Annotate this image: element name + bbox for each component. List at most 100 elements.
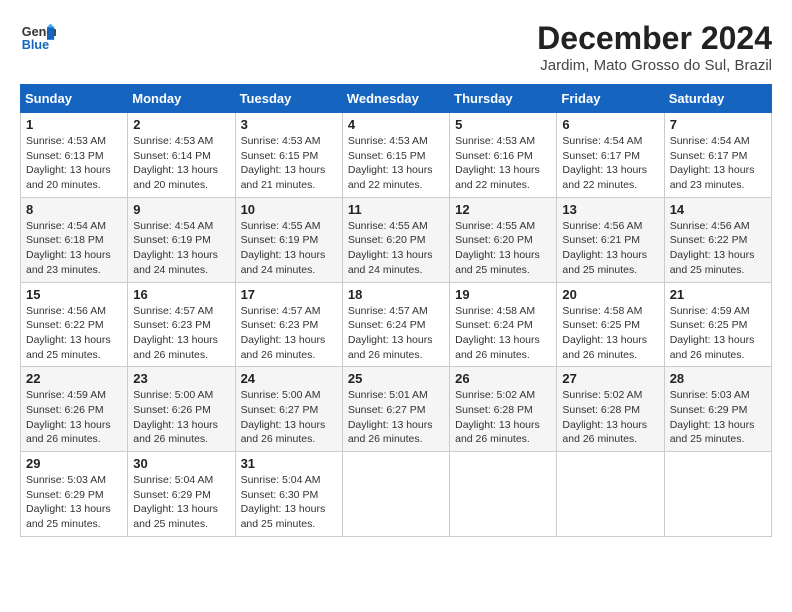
calendar-cell: 17 Sunrise: 4:57 AMSunset: 6:23 PMDayligh… (235, 282, 342, 367)
calendar-cell: 10Sunrise: 4:55 AMSunset: 6:19 PMDayligh… (235, 197, 342, 282)
day-info: Sunrise: 5:03 AMSunset: 6:29 PMDaylight:… (670, 388, 766, 447)
day-info: Sunrise: 4:56 AMSunset: 6:22 PMDaylight:… (670, 219, 766, 278)
day-info: Sunrise: 4:57 AMSunset: 6:23 PMDaylight:… (133, 304, 229, 363)
day-number: 25 (348, 371, 444, 386)
calendar-cell: 19 Sunrise: 4:58 AMSunset: 6:24 PMDayligh… (450, 282, 557, 367)
day-info: Sunrise: 4:56 AMSunset: 6:21 PMDaylight:… (562, 219, 658, 278)
day-info: Sunrise: 4:57 AMSunset: 6:23 PMDaylight:… (241, 304, 337, 363)
calendar-cell: 16 Sunrise: 4:57 AMSunset: 6:23 PMDayligh… (128, 282, 235, 367)
calendar-week-2: 8Sunrise: 4:54 AMSunset: 6:18 PMDaylight… (21, 197, 772, 282)
calendar-cell: 9Sunrise: 4:54 AMSunset: 6:19 PMDaylight… (128, 197, 235, 282)
calendar-cell: 2 Sunrise: 4:53 AMSunset: 6:14 PMDaylight… (128, 113, 235, 198)
day-number: 16 (133, 287, 229, 302)
col-header-wednesday: Wednesday (342, 85, 449, 113)
day-number: 28 (670, 371, 766, 386)
day-number: 24 (241, 371, 337, 386)
calendar-cell: 31 Sunrise: 5:04 AMSunset: 6:30 PMDayligh… (235, 452, 342, 537)
day-info: Sunrise: 4:53 AMSunset: 6:13 PMDaylight:… (26, 134, 122, 193)
title-area: December 2024 Jardim, Mato Grosso do Sul… (537, 20, 772, 74)
calendar-cell: 20Sunrise: 4:58 AMSunset: 6:25 PMDayligh… (557, 282, 664, 367)
page-header: General Blue December 2024 Jardim, Mato … (20, 20, 772, 74)
calendar-week-5: 29Sunrise: 5:03 AMSunset: 6:29 PMDayligh… (21, 452, 772, 537)
logo: General Blue (20, 20, 56, 56)
calendar-cell: 26Sunrise: 5:02 AMSunset: 6:28 PMDayligh… (450, 367, 557, 452)
day-number: 5 (455, 117, 551, 132)
calendar-cell: 6 Sunrise: 4:54 AMSunset: 6:17 PMDaylight… (557, 113, 664, 198)
day-info: Sunrise: 4:55 AMSunset: 6:20 PMDaylight:… (348, 219, 444, 278)
day-number: 17 (241, 287, 337, 302)
day-info: Sunrise: 5:01 AMSunset: 6:27 PMDaylight:… (348, 388, 444, 447)
calendar-cell: 22 Sunrise: 4:59 AMSunset: 6:26 PMDayligh… (21, 367, 128, 452)
day-info: Sunrise: 4:54 AMSunset: 6:18 PMDaylight:… (26, 219, 122, 278)
day-info: Sunrise: 4:53 AMSunset: 6:15 PMDaylight:… (348, 134, 444, 193)
calendar-header-row: SundayMondayTuesdayWednesdayThursdayFrid… (21, 85, 772, 113)
day-number: 4 (348, 117, 444, 132)
calendar-cell: 4 Sunrise: 4:53 AMSunset: 6:15 PMDaylight… (342, 113, 449, 198)
day-number: 15 (26, 287, 122, 302)
day-info: Sunrise: 4:54 AMSunset: 6:17 PMDaylight:… (562, 134, 658, 193)
location-title: Jardim, Mato Grosso do Sul, Brazil (537, 57, 772, 74)
calendar-cell: 24Sunrise: 5:00 AMSunset: 6:27 PMDayligh… (235, 367, 342, 452)
col-header-monday: Monday (128, 85, 235, 113)
calendar-cell: 27 Sunrise: 5:02 AMSunset: 6:28 PMDayligh… (557, 367, 664, 452)
day-info: Sunrise: 4:53 AMSunset: 6:14 PMDaylight:… (133, 134, 229, 193)
col-header-tuesday: Tuesday (235, 85, 342, 113)
calendar-cell: 21 Sunrise: 4:59 AMSunset: 6:25 PMDayligh… (664, 282, 771, 367)
calendar-cell: 28 Sunrise: 5:03 AMSunset: 6:29 PMDayligh… (664, 367, 771, 452)
calendar-cell: 5Sunrise: 4:53 AMSunset: 6:16 PMDaylight… (450, 113, 557, 198)
day-number: 9 (133, 202, 229, 217)
calendar-cell: 14 Sunrise: 4:56 AMSunset: 6:22 PMDayligh… (664, 197, 771, 282)
svg-text:Blue: Blue (22, 38, 49, 52)
calendar-cell: 12Sunrise: 4:55 AMSunset: 6:20 PMDayligh… (450, 197, 557, 282)
calendar-table: SundayMondayTuesdayWednesdayThursdayFrid… (20, 84, 772, 537)
day-number: 11 (348, 202, 444, 217)
day-info: Sunrise: 4:57 AMSunset: 6:24 PMDaylight:… (348, 304, 444, 363)
day-number: 7 (670, 117, 766, 132)
day-number: 6 (562, 117, 658, 132)
calendar-cell: 8Sunrise: 4:54 AMSunset: 6:18 PMDaylight… (21, 197, 128, 282)
day-info: Sunrise: 5:02 AMSunset: 6:28 PMDaylight:… (562, 388, 658, 447)
calendar-cell: 25 Sunrise: 5:01 AMSunset: 6:27 PMDayligh… (342, 367, 449, 452)
calendar-cell: 15 Sunrise: 4:56 AMSunset: 6:22 PMDayligh… (21, 282, 128, 367)
day-info: Sunrise: 4:59 AMSunset: 6:25 PMDaylight:… (670, 304, 766, 363)
day-number: 26 (455, 371, 551, 386)
calendar-cell: 30Sunrise: 5:04 AMSunset: 6:29 PMDayligh… (128, 452, 235, 537)
day-number: 21 (670, 287, 766, 302)
day-number: 19 (455, 287, 551, 302)
day-info: Sunrise: 5:00 AMSunset: 6:26 PMDaylight:… (133, 388, 229, 447)
day-info: Sunrise: 4:54 AMSunset: 6:17 PMDaylight:… (670, 134, 766, 193)
day-number: 10 (241, 202, 337, 217)
calendar-cell (450, 452, 557, 537)
col-header-sunday: Sunday (21, 85, 128, 113)
day-info: Sunrise: 5:04 AMSunset: 6:30 PMDaylight:… (241, 473, 337, 532)
calendar-cell: 13 Sunrise: 4:56 AMSunset: 6:21 PMDayligh… (557, 197, 664, 282)
calendar-cell (342, 452, 449, 537)
calendar-cell: 18 Sunrise: 4:57 AMSunset: 6:24 PMDayligh… (342, 282, 449, 367)
day-info: Sunrise: 4:56 AMSunset: 6:22 PMDaylight:… (26, 304, 122, 363)
day-info: Sunrise: 4:59 AMSunset: 6:26 PMDaylight:… (26, 388, 122, 447)
calendar-cell: 23Sunrise: 5:00 AMSunset: 6:26 PMDayligh… (128, 367, 235, 452)
day-info: Sunrise: 5:04 AMSunset: 6:29 PMDaylight:… (133, 473, 229, 532)
day-info: Sunrise: 4:58 AMSunset: 6:25 PMDaylight:… (562, 304, 658, 363)
logo-icon: General Blue (20, 20, 56, 56)
day-number: 27 (562, 371, 658, 386)
calendar-week-4: 22 Sunrise: 4:59 AMSunset: 6:26 PMDayligh… (21, 367, 772, 452)
day-number: 14 (670, 202, 766, 217)
calendar-week-1: 1Sunrise: 4:53 AMSunset: 6:13 PMDaylight… (21, 113, 772, 198)
day-number: 13 (562, 202, 658, 217)
calendar-cell: 11 Sunrise: 4:55 AMSunset: 6:20 PMDayligh… (342, 197, 449, 282)
col-header-saturday: Saturday (664, 85, 771, 113)
calendar-cell (664, 452, 771, 537)
day-number: 22 (26, 371, 122, 386)
calendar-cell: 3Sunrise: 4:53 AMSunset: 6:15 PMDaylight… (235, 113, 342, 198)
calendar-cell: 1Sunrise: 4:53 AMSunset: 6:13 PMDaylight… (21, 113, 128, 198)
day-number: 3 (241, 117, 337, 132)
day-info: Sunrise: 4:58 AMSunset: 6:24 PMDaylight:… (455, 304, 551, 363)
col-header-thursday: Thursday (450, 85, 557, 113)
day-number: 18 (348, 287, 444, 302)
day-info: Sunrise: 4:55 AMSunset: 6:20 PMDaylight:… (455, 219, 551, 278)
day-info: Sunrise: 5:03 AMSunset: 6:29 PMDaylight:… (26, 473, 122, 532)
day-number: 31 (241, 456, 337, 471)
day-number: 2 (133, 117, 229, 132)
calendar-cell (557, 452, 664, 537)
